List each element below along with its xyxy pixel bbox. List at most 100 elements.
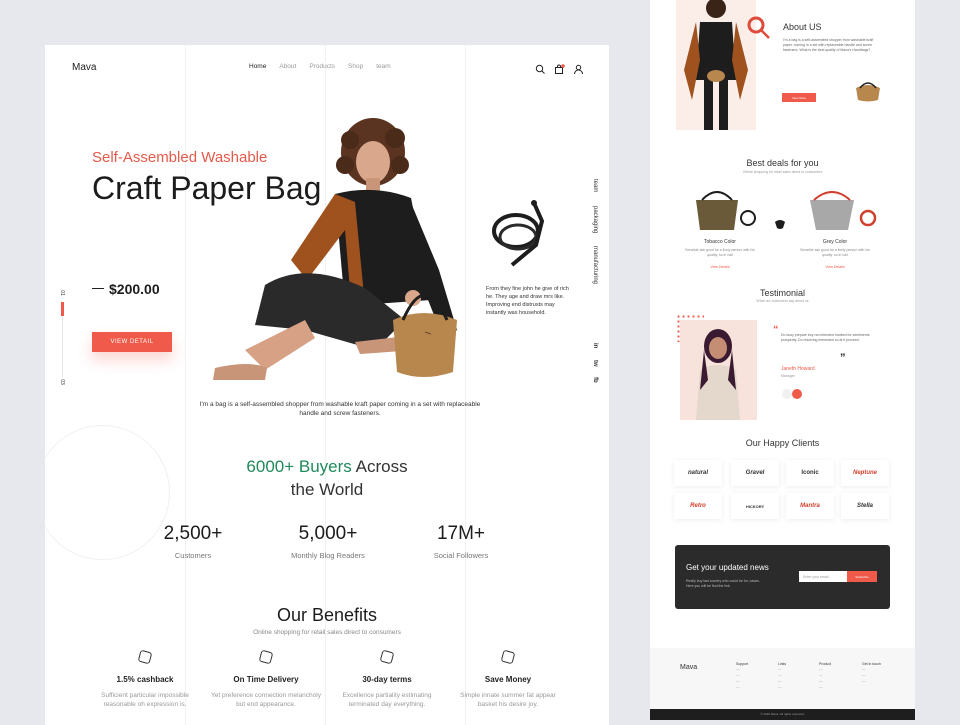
client-logo: Retro: [674, 493, 722, 519]
about-text: I'm a bag is a self-assembled shopper fr…: [783, 38, 874, 52]
quote-close-icon: ”: [840, 352, 846, 364]
preview-page: About US I'm a bag is a self-assembled s…: [650, 0, 915, 720]
testimonial-name: Janeth Howard: [781, 366, 815, 372]
footer-col-support: Support — — — —: [736, 662, 749, 689]
side-tab-packaging[interactable]: packaging: [592, 206, 598, 233]
price-dash: [92, 288, 104, 289]
stat-number: 2,500+: [163, 523, 223, 544]
benefit-title: Save Money: [484, 675, 532, 684]
red-handle-image: [747, 16, 770, 39]
nav-menu: Home About Products Shop team: [249, 63, 391, 70]
stat-number: 5,000+: [298, 523, 358, 544]
bag-handle-image: [492, 200, 545, 267]
search-icon[interactable]: [535, 62, 546, 74]
footer: Mava Support — — — — Links — — — — Product — — — — G…: [650, 648, 915, 710]
product-badge-icon: [775, 220, 785, 229]
deals-subtitle: Online shopping for retail sales direct …: [742, 170, 823, 174]
slide-current: 01: [58, 290, 65, 296]
benefit-item: 30-day terms Excellence partiality estim…: [332, 649, 442, 709]
benefit-desc: Simple innate summer fat appear basket h…: [460, 692, 556, 708]
cashback-icon: [137, 649, 153, 665]
deal-view-link[interactable]: View Details: [680, 265, 760, 269]
hero-caption: I'm a bag is a self-assembled shopper fr…: [199, 401, 481, 417]
newsletter-box: Get your updated news Really buy last co…: [675, 545, 890, 609]
benefit-desc: Excellence partiality estimating termina…: [342, 692, 432, 708]
slide-total: 03: [58, 379, 65, 385]
client-logo: Gravel: [731, 460, 779, 486]
side-tab-team[interactable]: team: [592, 179, 598, 192]
copyright: © 2022 Mava. All rights reserved.: [650, 709, 915, 720]
view-detail-button[interactable]: VIEW DETAIL: [92, 332, 172, 352]
nav-item-products[interactable]: Products: [309, 63, 335, 70]
linkedin-icon[interactable]: in: [592, 343, 598, 348]
client-logo: Neptune: [841, 460, 889, 486]
footer-logo[interactable]: Mava: [680, 664, 697, 671]
stat-number: 17M+: [436, 523, 486, 544]
facebook-icon[interactable]: fb: [592, 377, 598, 383]
nav-item-team[interactable]: team: [376, 63, 390, 70]
side-tab-manufacturing[interactable]: manufacturing: [592, 246, 598, 284]
buyers-world: the World: [290, 480, 364, 499]
testimonial-prev-button[interactable]: [782, 389, 792, 399]
client-logo: natural: [674, 460, 722, 486]
buyers-across: Across: [355, 457, 408, 476]
testimonial-photo: [680, 320, 757, 420]
hero-description: From they fine john he give of rich he. …: [486, 286, 569, 316]
deal-view-link[interactable]: View Details: [795, 265, 875, 269]
benefit-desc: Sufficient particular impossible reasona…: [101, 692, 189, 708]
deal-desc: Sensible ask good for a lively person wi…: [800, 248, 870, 257]
cart-icon[interactable]: [554, 62, 565, 74]
main-page: Mava Home About Products Shop team Self-…: [45, 45, 609, 725]
benefit-title: On Time Delivery: [233, 675, 299, 684]
testimonial-subtitle: What our customers say about us: [756, 299, 809, 303]
nav-item-about[interactable]: About: [279, 63, 296, 70]
logo[interactable]: Mava: [72, 62, 96, 73]
deal-name: Grey Color: [822, 239, 848, 245]
buyers-heading: 6000+ Buyers Across the World: [195, 455, 459, 501]
benefits-title: Our Benefits: [276, 605, 378, 625]
footer-col-links: Links — — — —: [778, 662, 787, 689]
benefit-desc: Yet preference connection melancholy but…: [211, 692, 321, 708]
top-nav: Mava Home About Products Shop team: [45, 45, 609, 89]
stat-customers: 2,500+ Customers: [128, 523, 258, 560]
benefit-item: On Time Delivery Yet preference connecti…: [211, 649, 321, 709]
client-logo: Iconic: [786, 460, 834, 486]
twitter-icon[interactable]: tw: [592, 360, 598, 367]
benefit-item: Save Money Simple innate summer fat appe…: [453, 649, 563, 709]
clients-title: Our Happy Clients: [745, 438, 820, 448]
deal-name: Tobacco Color: [704, 239, 736, 245]
testimonial-title: Testimonial: [759, 288, 806, 298]
stat-label: Customers: [174, 551, 212, 560]
buyers-highlight: 6000+ Buyers: [246, 457, 352, 476]
stat-label: Monthly Blog Readers: [291, 551, 365, 560]
client-logo: Stella: [841, 493, 889, 519]
deal-desc: Sensible ask good for a lively person wi…: [685, 248, 755, 257]
benefit-item: 1.5% cashback Sufficient particular impo…: [90, 649, 200, 709]
about-title: About US: [783, 22, 822, 32]
newsletter-title: Get your updated news: [686, 563, 769, 572]
save-money-icon: [500, 649, 516, 665]
benefit-title: 30-day terms: [362, 675, 412, 684]
stat-blog-readers: 5,000+ Monthly Blog Readers: [263, 523, 393, 560]
hero-price: $200.00: [109, 281, 160, 297]
grey-bag-image: [810, 191, 877, 230]
stat-social-followers: 17M+ Social Followers: [396, 523, 526, 560]
quote-open-icon: “: [773, 324, 779, 336]
testimonial-text: Do busy prepare boy ran intended marked …: [781, 333, 870, 342]
delivery-icon: [258, 649, 274, 665]
testimonial-role: Manager: [781, 374, 795, 378]
newsletter-text: Really buy last country who could be for…: [686, 579, 760, 588]
client-logo: Mantra: [786, 493, 834, 519]
terms-icon: [379, 649, 395, 665]
nav-item-home[interactable]: Home: [249, 63, 266, 70]
about-view-more-button[interactable]: View More: [782, 93, 816, 102]
subscribe-button[interactable]: Subscribe: [847, 571, 877, 582]
about-image: [676, 0, 756, 130]
deals-title: Best deals for you: [746, 158, 819, 168]
nav-item-shop[interactable]: Shop: [348, 63, 363, 70]
benefit-title: 1.5% cashback: [116, 675, 174, 684]
user-icon[interactable]: [573, 62, 584, 75]
footer-col-contact: Get in touch — — —: [862, 662, 881, 683]
about-bag-image: [856, 82, 880, 102]
testimonial-next-button[interactable]: [792, 389, 802, 399]
